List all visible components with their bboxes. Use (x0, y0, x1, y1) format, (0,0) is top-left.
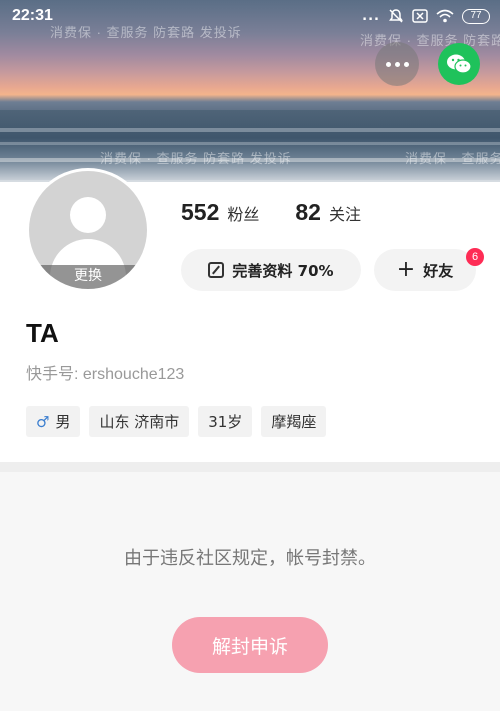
tag-gender-label: 男 (55, 413, 71, 431)
following-count[interactable]: 82 (295, 199, 321, 226)
tag-zodiac: 摩羯座 (261, 406, 327, 437)
banned-content-area (0, 472, 500, 711)
sim-off-icon (412, 9, 428, 23)
add-friend-button[interactable]: + 好友 (374, 249, 476, 291)
watermark: 消费保 · 查服务 防套路 发投诉 (100, 151, 292, 166)
friend-notification-badge: 6 (466, 248, 484, 266)
profile-tags: ♂ 男 山东 济南市 31岁 摩羯座 (26, 406, 327, 437)
signal-dots: ... (362, 8, 380, 24)
male-icon: ♂ (36, 412, 50, 431)
avatar-change-button[interactable]: 更换 (29, 265, 147, 289)
followers-count[interactable]: 552 (181, 199, 219, 226)
banner-wave (0, 128, 500, 132)
avatar-head-shape (70, 197, 106, 233)
mute-bell-icon (389, 9, 403, 23)
following-label[interactable]: 关注 (329, 201, 361, 225)
ban-message: 由于违反社区规定，帐号封禁。 (124, 548, 376, 569)
avatar[interactable]: 更换 (26, 168, 150, 292)
section-divider (0, 462, 500, 472)
status-time: 22:31 (12, 7, 53, 24)
more-horizontal-icon (385, 61, 391, 67)
status-icons: ... 77 (362, 8, 490, 24)
avatar-placeholder: 更换 (29, 171, 147, 289)
more-button[interactable] (375, 42, 419, 86)
watermark: 消费保 · 查服务 防套路 发投诉 (405, 151, 500, 166)
more-horizontal-icon (394, 61, 400, 67)
banner-wave (0, 142, 500, 145)
kuaishou-id-label: 快手号: (26, 366, 83, 383)
complete-profile-label: 完善资料 70% (232, 261, 334, 280)
tag-location: 山东 济南市 (89, 406, 190, 437)
profile-name: TA (26, 318, 59, 348)
more-horizontal-icon (403, 61, 409, 67)
tag-gender: ♂ 男 (26, 406, 81, 437)
complete-profile-button[interactable]: 完善资料 70% (181, 249, 361, 291)
wifi-icon (436, 9, 454, 23)
plus-icon: + (396, 257, 416, 282)
add-friend-label: 好友 (423, 261, 454, 280)
wechat-icon (447, 54, 472, 74)
tag-age: 31岁 (198, 406, 253, 437)
appeal-unban-button[interactable]: 解封申诉 (172, 617, 328, 673)
followers-label[interactable]: 粉丝 (227, 201, 259, 225)
edit-icon (208, 262, 225, 278)
status-bar: 22:31 ... 77 (0, 0, 500, 34)
kuaishou-id-row[interactable]: 快手号: ershouche123 (26, 360, 184, 384)
battery-icon: 77 (462, 8, 490, 24)
kuaishou-id-value: ershouche123 (82, 366, 185, 383)
profile-stats: 552 粉丝 82 关注 (181, 199, 361, 226)
wechat-share-button[interactable] (438, 43, 480, 85)
